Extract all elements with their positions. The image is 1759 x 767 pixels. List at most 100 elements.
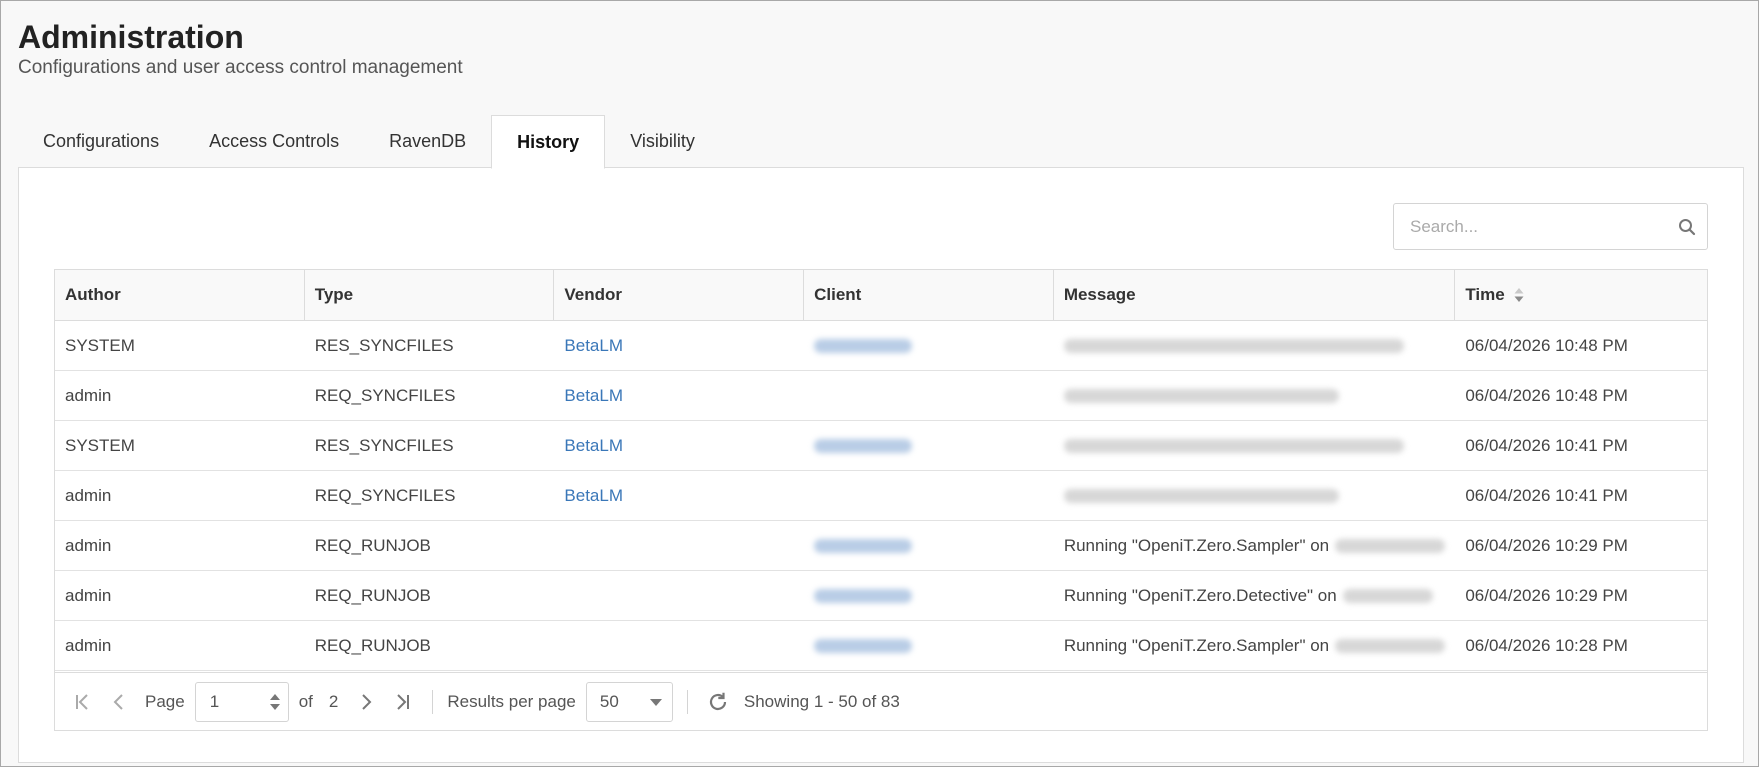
cell-author: SYSTEM: [65, 335, 135, 355]
cell-message: Running "OpeniT.Zero.Sampler" on: [1054, 521, 1456, 570]
table-row[interactable]: admin REQ_RUNJOB Running "OpeniT.Zero.Sa…: [55, 521, 1707, 571]
cell-time: 06/04/2026 10:29 PM: [1465, 535, 1628, 555]
pager-divider: [432, 689, 434, 714]
table-row[interactable]: admin REQ_SYNCFILES BetaLM 06/04/2026 10…: [55, 471, 1707, 521]
tab-access-controls[interactable]: Access Controls: [184, 115, 364, 168]
vendor-link[interactable]: BetaLM: [564, 386, 623, 406]
cell-vendor: BetaLM: [554, 371, 804, 420]
cell-time: 06/04/2026 10:41 PM: [1465, 435, 1628, 455]
redacted-message: [1335, 538, 1446, 553]
table-row[interactable]: admin REQ_RUNJOB Running "OpeniT.Zero.De…: [55, 571, 1707, 621]
cell-author: SYSTEM: [65, 435, 135, 455]
column-header-type[interactable]: Type: [305, 270, 555, 320]
redacted-client: [814, 338, 913, 353]
cell-type: REQ_RUNJOB: [314, 585, 431, 605]
vendor-link[interactable]: BetaLM: [564, 336, 623, 356]
message-text: Running "OpeniT.Zero.Sampler" on: [1063, 535, 1330, 555]
app-window: Administration Configurations and user a…: [0, 0, 1759, 767]
results-per-page-value: 50: [599, 691, 619, 711]
column-header-client[interactable]: Client: [804, 270, 1054, 320]
redacted-client: [814, 638, 913, 653]
redacted-message: [1335, 638, 1446, 653]
redacted-client: [814, 588, 913, 603]
search-input[interactable]: [1394, 204, 1667, 249]
cell-client: [804, 521, 1054, 570]
first-page-icon[interactable]: [67, 686, 99, 718]
search-icon[interactable]: [1667, 218, 1707, 236]
tab-history[interactable]: History: [491, 115, 606, 169]
page-number-input[interactable]: 1: [194, 681, 289, 722]
column-header-message[interactable]: Message: [1054, 270, 1456, 320]
sort-icon[interactable]: [1513, 285, 1525, 305]
cell-time: 06/04/2026 10:28 PM: [1465, 635, 1628, 655]
message-text: Running "OpeniT.Zero.Sampler" on: [1063, 635, 1330, 655]
column-header-author[interactable]: Author: [55, 270, 305, 320]
cell-client: [804, 571, 1054, 620]
redacted-client: [814, 538, 913, 553]
cell-message: Running "OpeniT.Zero.Sampler" on: [1054, 621, 1456, 670]
pagination-bar: Page 1 of 2 Results per page 50 Showing …: [55, 672, 1707, 730]
spinner-icon[interactable]: [269, 693, 280, 710]
cell-author: admin: [65, 585, 112, 605]
refresh-icon[interactable]: [702, 686, 734, 718]
cell-client: [804, 421, 1054, 470]
cell-client: [804, 371, 1054, 420]
search-box: [1393, 203, 1708, 250]
redacted-client: [814, 438, 913, 453]
column-header-time[interactable]: Time: [1455, 270, 1707, 320]
results-per-page-select[interactable]: 50: [585, 681, 673, 722]
vendor-link[interactable]: BetaLM: [564, 486, 623, 506]
table-body: SYSTEM RES_SYNCFILES BetaLM 06/04/2026 1…: [55, 321, 1707, 674]
cell-type: REQ_SYNCFILES: [314, 485, 456, 505]
next-page-icon[interactable]: [350, 686, 382, 718]
tab-bar: Configurations Access Controls RavenDB H…: [18, 115, 720, 169]
tab-configurations[interactable]: Configurations: [18, 115, 184, 168]
cell-vendor: [554, 571, 804, 620]
cell-author: admin: [65, 485, 112, 505]
cell-type: RES_SYNCFILES: [314, 335, 454, 355]
results-per-page-label: Results per page: [447, 691, 576, 711]
cell-vendor: BetaLM: [554, 471, 804, 520]
message-text: Running "OpeniT.Zero.Detective" on: [1063, 585, 1337, 605]
cell-client: [804, 621, 1054, 670]
cell-vendor: BetaLM: [554, 421, 804, 470]
tab-ravendb[interactable]: RavenDB: [364, 115, 491, 168]
cell-vendor: [554, 621, 804, 670]
cell-message: [1054, 321, 1456, 370]
vendor-link[interactable]: BetaLM: [564, 436, 623, 456]
cell-message: Running "OpeniT.Zero.Detective" on: [1054, 571, 1456, 620]
table-row[interactable]: SYSTEM RES_SYNCFILES BetaLM 06/04/2026 1…: [55, 321, 1707, 371]
showing-range: Showing 1 - 50 of 83: [743, 691, 900, 711]
cell-time: 06/04/2026 10:29 PM: [1465, 585, 1628, 605]
chevron-down-icon: [649, 692, 662, 712]
column-header-time-label: Time: [1465, 285, 1505, 304]
table-row[interactable]: SYSTEM RES_SYNCFILES BetaLM 06/04/2026 1…: [55, 421, 1707, 471]
cell-vendor: BetaLM: [554, 321, 804, 370]
page-subtitle: Configurations and user access control m…: [18, 57, 463, 78]
cell-message: [1054, 471, 1456, 520]
cell-time: 06/04/2026 10:48 PM: [1465, 335, 1628, 355]
prev-page-icon[interactable]: [103, 686, 135, 718]
history-table: Author Type Vendor Client Message Time S…: [54, 269, 1708, 731]
redacted-message: [1063, 438, 1404, 453]
cell-author: admin: [65, 535, 112, 555]
redacted-message: [1063, 338, 1404, 353]
cell-type: REQ_RUNJOB: [314, 635, 431, 655]
cell-client: [804, 471, 1054, 520]
cell-type: RES_SYNCFILES: [314, 435, 454, 455]
last-page-icon[interactable]: [386, 686, 418, 718]
tab-visibility[interactable]: Visibility: [605, 115, 720, 168]
redacted-message: [1063, 488, 1339, 503]
cell-client: [804, 321, 1054, 370]
cell-time: 06/04/2026 10:48 PM: [1465, 385, 1628, 405]
table-row[interactable]: admin REQ_RUNJOB Running "OpeniT.Zero.Sa…: [55, 621, 1707, 671]
redacted-message: [1342, 588, 1433, 603]
column-header-vendor[interactable]: Vendor: [554, 270, 805, 320]
cell-message: [1054, 421, 1456, 470]
page-label: Page: [145, 691, 185, 711]
table-row[interactable]: admin REQ_SYNCFILES BetaLM 06/04/2026 10…: [55, 371, 1707, 421]
history-panel: Author Type Vendor Client Message Time: [18, 167, 1744, 763]
page-title: Administration: [18, 19, 244, 55]
cell-message: [1054, 371, 1456, 420]
cell-type: REQ_RUNJOB: [314, 535, 431, 555]
